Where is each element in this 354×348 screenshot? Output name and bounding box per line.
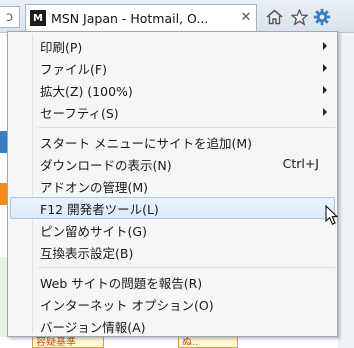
- menu-item-label: F12 開発者ツール(L): [40, 201, 159, 217]
- page-bottom-box[interactable]: 容疑基準: [32, 336, 104, 348]
- menu-item-f12-developer-tools[interactable]: F12 開発者ツール(L): [10, 197, 335, 219]
- menu-item-add-site-to-start-menu[interactable]: スタート メニューにサイトを追加(M): [10, 131, 335, 153]
- menu-item-label: 互換表示設定(B): [40, 245, 134, 261]
- page-right-edge: [337, 33, 354, 348]
- menu-item-label: インターネット オプション(O): [40, 297, 214, 313]
- menu-item-label: Web サイトの問題を報告(R): [40, 275, 203, 291]
- menu-separator: [38, 267, 335, 268]
- menu-item-manage-addons[interactable]: アドオンの管理(M): [10, 175, 335, 197]
- home-icon[interactable]: [265, 8, 283, 26]
- menu-item-label: ファイル(F): [40, 61, 107, 77]
- tools-gear-icon[interactable]: [313, 8, 331, 26]
- menu-separator: [38, 127, 335, 128]
- menu-item-label: スタート メニューにサイトを追加(M): [40, 135, 253, 151]
- menu-item-print[interactable]: 印刷(P): [10, 35, 335, 57]
- menu-item-label: 印刷(P): [40, 39, 83, 55]
- tab-close-icon[interactable]: ✕: [237, 8, 255, 26]
- menu-item-internet-options[interactable]: インターネット オプション(O): [10, 293, 335, 315]
- menu-item-label: ピン留めサイト(G): [40, 223, 147, 239]
- menu-item-safety[interactable]: セーフティ(S): [10, 101, 335, 123]
- submenu-arrow-icon: [323, 64, 327, 72]
- menu-item-label: アドオンの管理(M): [40, 179, 149, 195]
- menu-item-shortcut: Ctrl+J: [282, 156, 319, 171]
- favorites-star-icon[interactable]: [290, 8, 308, 26]
- menu-item-report-website-problems[interactable]: Web サイトの問題を報告(R): [10, 271, 335, 293]
- menu-item-file[interactable]: ファイル(F): [10, 57, 335, 79]
- menu-item-label: 拡大(Z) (100%): [40, 83, 133, 99]
- menu-item-view-downloads[interactable]: ダウンロードの表示(N) Ctrl+J: [10, 153, 335, 175]
- menu-item-label: セーフティ(S): [40, 105, 119, 121]
- menu-item-label: バージョン情報(A): [40, 319, 146, 335]
- browser-tab[interactable]: M MSN Japan - Hotmail, O...: [25, 4, 257, 31]
- menu-item-pinned-sites[interactable]: ピン留めサイト(G): [10, 219, 335, 241]
- msn-favicon-icon: M: [30, 10, 46, 26]
- refresh-icon[interactable]: ↄ: [0, 6, 20, 28]
- menu-item-compatibility-view-settings[interactable]: 互換表示設定(B): [10, 241, 335, 263]
- submenu-arrow-icon: [323, 42, 327, 50]
- browser-toolbar: ↄ M MSN Japan - Hotmail, O... ✕: [0, 0, 354, 33]
- menu-item-zoom[interactable]: 拡大(Z) (100%): [10, 79, 335, 101]
- tab-title: MSN Japan - Hotmail, O...: [51, 10, 209, 26]
- submenu-arrow-icon: [323, 86, 327, 94]
- menu-item-label: ダウンロードの表示(N): [40, 157, 172, 173]
- submenu-arrow-icon: [323, 108, 327, 116]
- mouse-cursor-icon: [325, 204, 343, 227]
- tools-menu: 印刷(P) ファイル(F) 拡大(Z) (100%) セーフティ(S) スタート…: [7, 31, 338, 337]
- menu-item-about[interactable]: バージョン情報(A): [10, 315, 335, 337]
- page-bottom-box[interactable]: ぬ..: [178, 336, 238, 348]
